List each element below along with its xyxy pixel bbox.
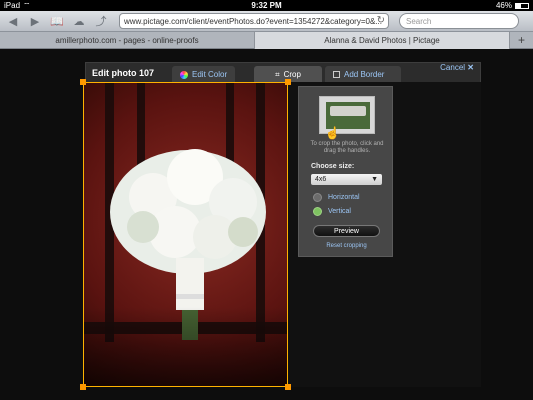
radio-label: Vertical [328,208,351,215]
clock: 9:32 PM [251,1,282,10]
dropdown-arrow-icon: ▼ [371,176,378,183]
wifi-icon: ⌔ [23,0,31,10]
orientation-horizontal[interactable]: Horizontal [313,193,360,202]
crop-handle-top-left[interactable] [80,79,86,85]
browser-toolbar: ◀ ▶ 📖 ☁ ⤴ www.pictage.com/client/eventPh… [0,11,533,32]
browser-tab-pictage[interactable]: Alanna & David Photos | Pictage [255,32,510,49]
crop-panel: ☝ To crop the photo, click and drag the … [298,86,393,257]
radio-button[interactable] [313,193,322,202]
color-wheel-icon [180,70,188,79]
orientation-vertical[interactable]: Vertical [313,207,351,216]
new-tab-plus-icon[interactable]: + [510,32,533,48]
editor-header: Edit photo 107 Edit Color ⌗ Crop Add Bor… [85,62,481,83]
crop-frame[interactable] [80,79,291,390]
reset-cropping-link[interactable]: Reset cropping [299,243,394,249]
close-icon: ✕ [467,63,474,72]
crop-handle-top-right[interactable] [285,79,291,85]
browser-tab-bar: amillerphoto.com - pages - online-proofs… [0,32,533,49]
bookmarks-icon[interactable]: 📖 [49,14,65,28]
tab-label: Crop [283,70,301,79]
search-input[interactable]: Search [399,13,519,29]
tab-label: Edit Color [192,70,228,79]
back-arrow-icon[interactable]: ◀ [5,14,21,28]
tab-add-border[interactable]: Add Border [325,66,401,83]
battery-icon [515,2,529,9]
size-select[interactable]: 4x6 ▼ [311,174,382,185]
preview-button[interactable]: Preview [313,225,380,237]
hand-cursor-icon: ☝ [325,126,340,140]
ios-status-bar: iPad ⌔ 9:32 PM 46% [0,0,533,11]
radio-label: Horizontal [328,194,360,201]
reload-icon[interactable]: ↻ [377,15,385,26]
radio-button[interactable] [313,207,322,216]
crop-icon: ⌗ [275,69,280,79]
device-label: iPad [4,1,21,10]
editor-title: Edit photo 107 [92,68,155,78]
crop-handle-bottom-left[interactable] [80,384,86,390]
cloud-icon[interactable]: ☁ [71,14,87,28]
url-text: www.pictage.com/client/eventPhotos.do?ev… [124,16,382,26]
battery-percent: 46% [495,1,512,10]
url-field[interactable]: www.pictage.com/client/eventPhotos.do?ev… [119,13,389,29]
cancel-button[interactable]: Cancel ✕ [440,63,474,72]
choose-size-label: Choose size: [311,163,355,170]
tab-label: Alanna & David Photos | Pictage [324,36,440,45]
cancel-label: Cancel [440,63,466,72]
checkbox-icon [333,71,340,78]
tab-edit-color[interactable]: Edit Color [172,66,236,83]
size-select-value: 4x6 [315,176,327,183]
browser-tab-amillerphoto[interactable]: amillerphoto.com - pages - online-proofs… [0,32,267,49]
crop-instruction: To crop the photo, click and drag the ha… [310,141,384,154]
tab-label: Add Border [344,70,385,79]
forward-arrow-icon[interactable]: ▶ [27,14,43,28]
crop-handle-bottom-right[interactable] [285,384,291,390]
tab-label: amillerphoto.com - pages - online-proofs [55,36,199,45]
share-icon[interactable]: ⤴ [93,14,109,28]
